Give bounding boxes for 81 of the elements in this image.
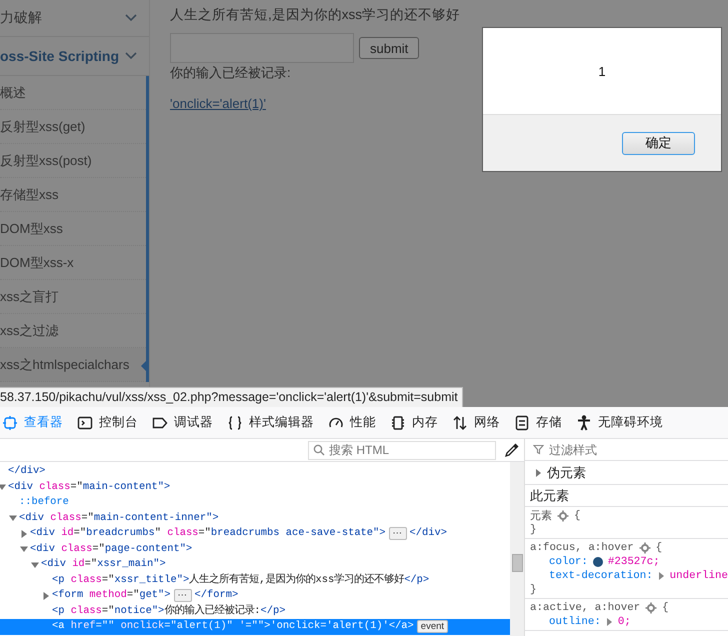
ok-button[interactable]: 确定: [622, 132, 695, 154]
sidebar-item[interactable]: DOM型xss-x: [0, 246, 146, 280]
devtools-tab[interactable]: 内存: [383, 407, 445, 438]
css-value: #23527c;: [608, 556, 660, 568]
brace-text: {: [662, 602, 669, 614]
css-selector: 元素: [530, 509, 552, 523]
devtools-tab[interactable]: 性能: [321, 407, 383, 438]
chevron-down-icon: [125, 52, 137, 60]
scrollbar[interactable]: [510, 462, 524, 636]
code-text: <form method="get">: [52, 588, 171, 603]
expander-icon[interactable]: [20, 530, 28, 538]
gear-icon[interactable]: [645, 602, 658, 614]
sidebar-section[interactable]: 力破解: [0, 0, 149, 37]
code-text: <div class="page-content">: [30, 542, 192, 556]
chevron-down-icon: [125, 14, 137, 22]
page-title: 人生之所有苦短,是因为你的xss学习的还不够好: [170, 6, 460, 24]
sidebar-item[interactable]: 概述: [0, 76, 146, 110]
brace-text: {: [574, 510, 580, 522]
inspector-icon: [2, 414, 18, 430]
sidebar-item[interactable]: 存储型xss: [0, 178, 146, 212]
css-value: 0;: [618, 616, 631, 628]
code-text: <div id="breadcrumbs" class="breadcrumbs ace-save-state">: [30, 526, 386, 541]
filter-icon: [533, 444, 544, 454]
gear-icon[interactable]: [638, 542, 651, 554]
chip-icon: [390, 414, 406, 430]
sidebar-item[interactable]: 反射型xss(get): [0, 110, 146, 144]
css-selector: a:focus, a:hover: [530, 542, 634, 554]
expander-icon[interactable]: [0, 483, 6, 492]
code-text: <div class="main-content-inner">: [19, 510, 219, 526]
devtools-tab[interactable]: 存储: [507, 407, 569, 438]
code-text: </div>: [410, 526, 447, 541]
code-text: </form>: [194, 588, 238, 603]
devtools-tab[interactable]: 调试器: [145, 407, 220, 438]
eyedropper-icon[interactable]: [504, 442, 520, 458]
storage-icon: [514, 414, 530, 430]
expander-icon[interactable]: [42, 592, 50, 600]
sidebar-item[interactable]: xss之盲打: [0, 280, 146, 314]
sidebar-item[interactable]: 反射型xss(post): [0, 144, 146, 178]
submit-button[interactable]: submit: [359, 37, 420, 59]
css-value: underline: [670, 570, 728, 582]
pseudo-elements-header[interactable]: 伪元素: [525, 461, 728, 485]
code-text: <div id="xssr_main">: [41, 557, 166, 572]
filter-styles-field[interactable]: 过滤样式: [531, 439, 721, 460]
section-title: 此元素: [525, 485, 728, 507]
css-property: color:: [549, 556, 588, 568]
sidebar-item[interactable]: DOM型xss: [0, 212, 146, 246]
code-text: <p class="notice">你的输入已经被记录:</p>: [52, 604, 286, 618]
brace-text: }: [530, 524, 536, 536]
code-text: <p class="xssr_title">人生之所有苦短,是因为你的xss学习的还不够好</p>: [52, 572, 430, 588]
expander-icon[interactable]: [9, 514, 17, 522]
code-text: <div class="main-content">: [8, 480, 170, 494]
code-badge[interactable]: ⋯: [174, 589, 192, 602]
expander-icon[interactable]: [658, 571, 665, 581]
code-badge[interactable]: ⋯: [388, 527, 407, 540]
css-property: text-decoration:: [549, 570, 653, 582]
devtools-tab[interactable]: 样式编辑器: [220, 407, 321, 438]
notice-text: 你的输入已经被记录:: [170, 64, 292, 82]
code-text: </div>: [8, 464, 46, 479]
devtools-tab[interactable]: 网络: [445, 407, 507, 438]
braces-icon: [227, 414, 243, 430]
css-property: outline:: [549, 616, 601, 628]
status-url: 58.37.150/pikachu/vul/xss/xss_02.php?message='onclick='alert(1)'&submit=submit: [0, 387, 463, 407]
brace-text: {: [656, 542, 662, 554]
console-icon: [77, 414, 93, 430]
color-swatch[interactable]: [592, 557, 603, 567]
code-badge[interactable]: event: [416, 620, 448, 634]
expander-icon[interactable]: [20, 545, 28, 554]
gear-icon[interactable]: [557, 510, 569, 522]
up-down-arrows-icon: [452, 414, 468, 430]
code-text: <a href="" onclick="alert(1)" '="">'onclick='alert(1)'</a>: [52, 619, 414, 634]
selected-row[interactable]: <a href="" onclick="alert(1)" '="">'onclick='alert(1)'</a> event: [0, 619, 510, 634]
devtools-tab[interactable]: 控制台: [70, 407, 145, 438]
person-icon: [576, 414, 592, 430]
expander-icon[interactable]: [606, 617, 613, 627]
search-html-field[interactable]: 搜索 HTML: [308, 440, 496, 460]
devtools-tab[interactable]: 无障碍环境: [569, 407, 670, 438]
css-selector: a:active, a:hover: [530, 602, 640, 614]
alert-message: 1: [598, 64, 606, 78]
brace-text: }: [530, 584, 536, 596]
expander-icon[interactable]: [31, 560, 39, 569]
code-text: ::before: [19, 495, 69, 510]
